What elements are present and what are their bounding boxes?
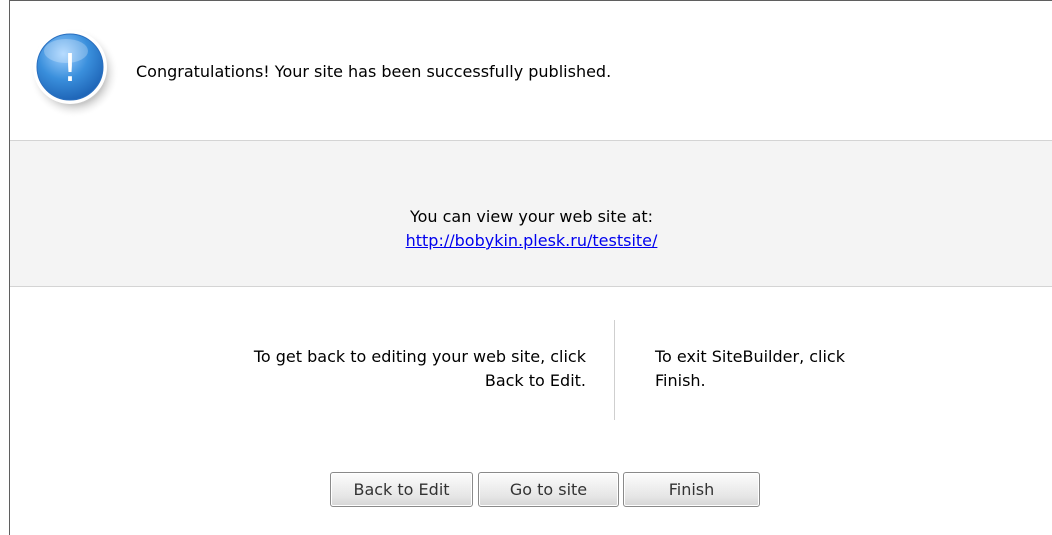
exit-hint: To exit SiteBuilder, click Finish. <box>655 345 975 393</box>
info-icon: ! <box>29 28 119 118</box>
header-section: ! Congratulations! Your site has been su… <box>10 1 1052 140</box>
back-to-edit-hint: To get back to editing your web site, cl… <box>150 345 586 393</box>
site-url-link[interactable]: http://bobykin.plesk.ru/testsite/ <box>406 231 658 250</box>
back-hint-line2: Back to Edit. <box>484 371 586 390</box>
success-message: Congratulations! Your site has been succ… <box>136 62 612 81</box>
finish-button[interactable]: Finish <box>623 472 760 507</box>
back-hint-line1: To get back to editing your web site, cl… <box>253 347 586 366</box>
exit-hint-line2: Finish. <box>655 371 706 390</box>
exit-hint-line1: To exit SiteBuilder, click <box>655 347 845 366</box>
go-to-site-button[interactable]: Go to site <box>478 472 619 507</box>
svg-text:!: ! <box>62 46 77 90</box>
view-site-section: You can view your web site at: http://bo… <box>10 140 1052 287</box>
view-site-block: You can view your web site at: http://bo… <box>10 205 1052 253</box>
publish-result-panel: ! Congratulations! Your site has been su… <box>9 0 1052 535</box>
hint-divider <box>614 320 615 420</box>
back-to-edit-button[interactable]: Back to Edit <box>330 472 473 507</box>
view-site-label: You can view your web site at: <box>409 207 654 226</box>
